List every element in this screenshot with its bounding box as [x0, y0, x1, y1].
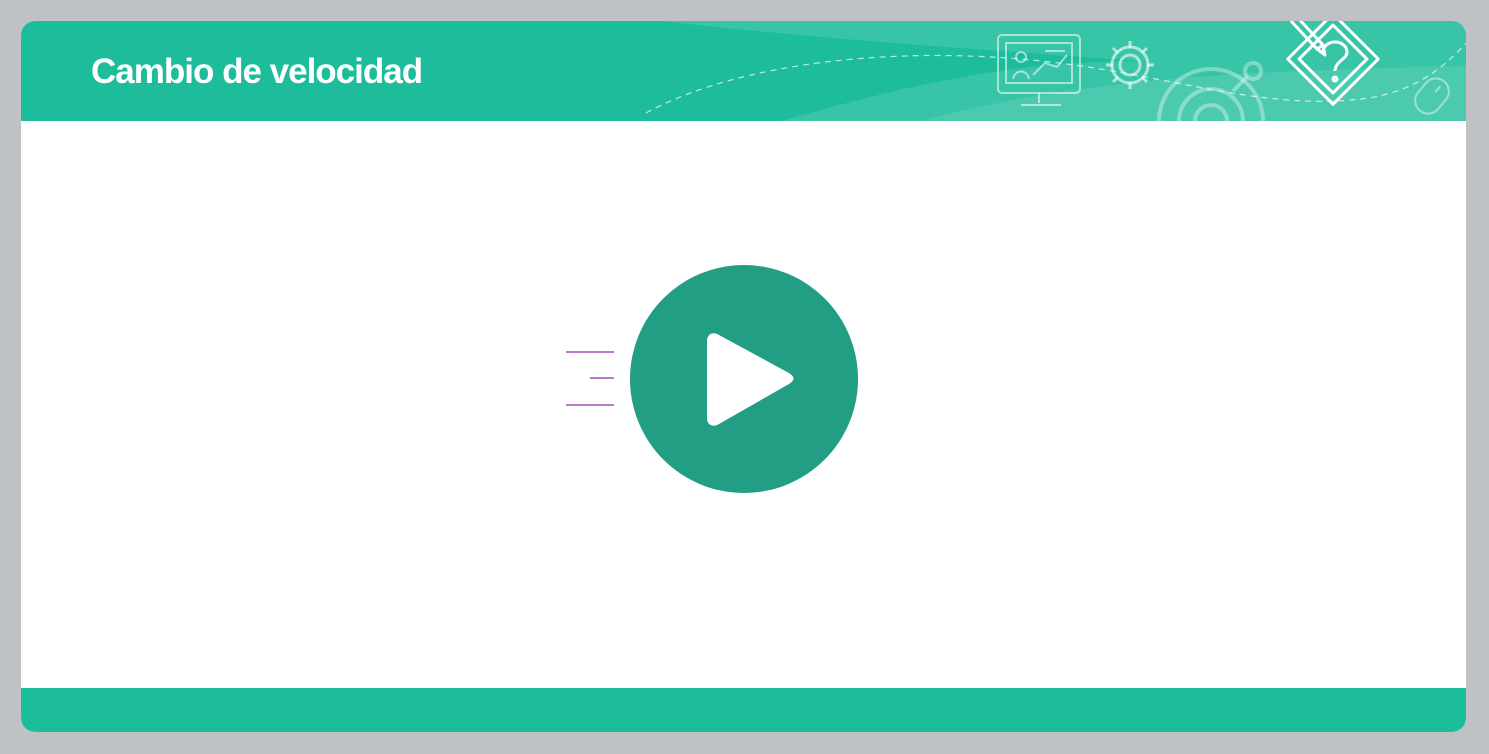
page-title: Cambio de velocidad — [91, 52, 423, 91]
footer-bar — [21, 688, 1466, 732]
content-area — [21, 121, 1466, 688]
speed-lines — [566, 351, 614, 406]
play-button[interactable] — [630, 265, 858, 493]
activity-card: Cambio de velocidad — [21, 21, 1466, 732]
header-banner: Cambio de velocidad — [21, 21, 1466, 121]
video-player — [561, 261, 861, 501]
